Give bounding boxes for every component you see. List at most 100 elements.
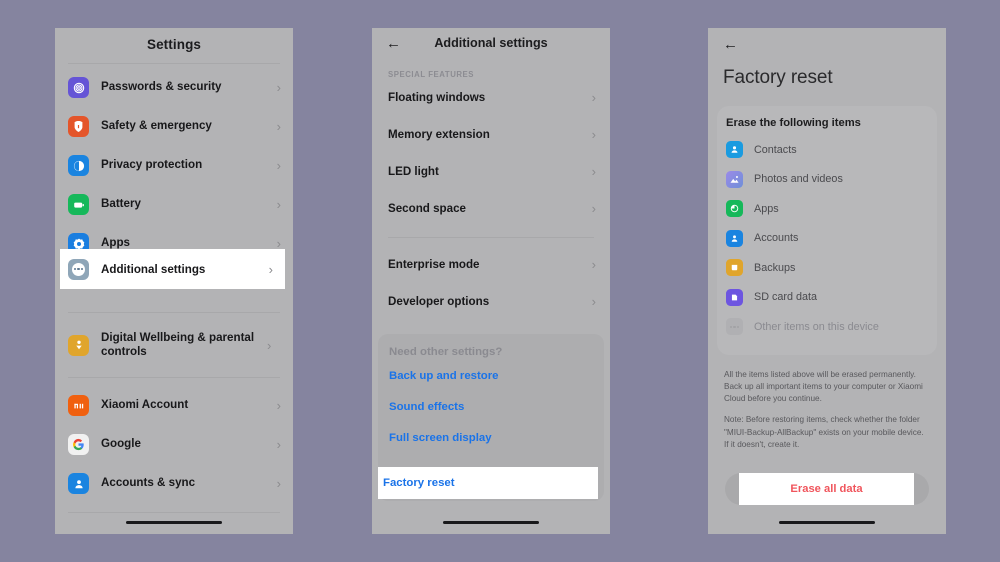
group-divider: [388, 237, 594, 238]
sidebar-item-label: Digital Wellbeing & parental controls: [101, 330, 255, 358]
screenshot-stage: Settings Passwords & security › Safety &…: [0, 0, 1000, 562]
erase-item-label: Accounts: [754, 232, 799, 245]
more-dots-icon: [68, 258, 89, 280]
chevron-right-icon: ›: [276, 158, 281, 173]
wellbeing-icon: [68, 334, 89, 356]
erase-item-label: Contacts: [754, 143, 797, 156]
erase-item-label: Apps: [754, 202, 779, 215]
chevron-right-icon: ›: [591, 294, 596, 309]
accounts-icon: [726, 229, 743, 247]
app-bar: ←: [708, 28, 946, 54]
group-gap: [55, 378, 293, 386]
photos-icon: [726, 170, 743, 188]
link-back-up-and-restore[interactable]: Back up and restore: [378, 362, 604, 393]
sidebar-item-accounts-sync[interactable]: Accounts & sync ›: [55, 464, 293, 503]
chevron-right-icon: ›: [276, 476, 281, 491]
backups-icon: [726, 259, 743, 277]
home-indicator: [443, 521, 539, 524]
sidebar-item-label: Safety & emergency: [101, 119, 212, 133]
battery-icon: [68, 194, 89, 215]
sd-card-icon: [726, 288, 743, 306]
sidebar-item-label: Additional settings: [101, 262, 206, 276]
group-gap: [55, 303, 293, 312]
sidebar-item-label: Privacy protection: [101, 158, 203, 172]
section-header-special-features: SPECIAL FEATURES: [388, 70, 475, 79]
other-items-icon: [726, 318, 743, 336]
chevron-right-icon: ›: [591, 201, 596, 216]
back-arrow-icon[interactable]: ←: [723, 36, 738, 53]
erase-item-other-items: Other items on this device: [717, 312, 937, 342]
app-bar: ← Additional settings: [372, 28, 610, 58]
sidebar-item-safety-emergency[interactable]: Safety & emergency ›: [55, 107, 293, 146]
chevron-right-icon: ›: [276, 119, 281, 134]
privacy-hand-icon: [68, 155, 89, 176]
sidebar-item-passwords-security[interactable]: Passwords & security ›: [55, 68, 293, 107]
erase-item-label: Backups: [754, 261, 796, 274]
page-title: Settings: [146, 37, 202, 52]
list-item-label: Second space: [388, 202, 466, 215]
list-item-label: Floating windows: [388, 91, 486, 104]
sidebar-item-battery[interactable]: Battery ›: [55, 185, 293, 224]
list-item-label: Memory extension: [388, 128, 490, 141]
sidebar-item-privacy-protection[interactable]: Privacy protection ›: [55, 146, 293, 185]
chevron-right-icon: ›: [591, 257, 596, 272]
list-item-enterprise-mode[interactable]: Enterprise mode ›: [372, 246, 610, 283]
sidebar-item-xiaomi-account[interactable]: Xiaomi Account ›: [55, 386, 293, 425]
chevron-right-icon: ›: [591, 90, 596, 105]
sidebar-item-additional-settings-highlighted[interactable]: Additional settings ›: [60, 249, 285, 289]
sidebar-item-label: Xiaomi Account: [101, 398, 189, 412]
google-g-icon: [68, 434, 89, 455]
chevron-right-icon: ›: [276, 80, 281, 95]
home-indicator: [779, 521, 875, 524]
list-item-developer-options[interactable]: Developer options ›: [372, 283, 610, 320]
erase-item-apps: Apps: [717, 194, 937, 224]
erase-item-backups: Backups: [717, 253, 937, 283]
xiaomi-mi-icon: [68, 395, 89, 416]
list-item-label: LED light: [388, 165, 439, 178]
list-item-led-light[interactable]: LED light ›: [372, 153, 610, 190]
phone-panel-factory-reset: ← Factory reset Erase the following item…: [708, 28, 946, 534]
sidebar-item-label: Accounts & sync: [101, 476, 196, 490]
erase-item-photos-videos: Photos and videos: [717, 165, 937, 195]
list-item-memory-extension[interactable]: Memory extension ›: [372, 116, 610, 153]
chevron-right-icon: ›: [268, 261, 273, 277]
fingerprint-icon: [68, 77, 89, 98]
erase-item-label: Other items on this device: [754, 320, 879, 333]
back-arrow-icon[interactable]: ←: [386, 36, 404, 51]
link-full-screen-display[interactable]: Full screen display: [378, 424, 604, 455]
contacts-icon: [726, 141, 743, 159]
home-indicator: [126, 521, 222, 524]
link-factory-reset-label: Factory reset: [383, 477, 455, 489]
erase-item-sd-card-data: SD card data: [717, 283, 937, 313]
sidebar-item-digital-wellbeing[interactable]: Digital Wellbeing & parental controls ›: [55, 322, 293, 368]
apps-pie-icon: [726, 200, 743, 218]
group-gap: [55, 368, 293, 377]
shield-emergency-icon: [68, 116, 89, 137]
chevron-right-icon: ›: [276, 398, 281, 413]
advanced-list: Enterprise mode › Developer options ›: [372, 246, 610, 320]
erase-items-header: Erase the following items: [726, 117, 861, 129]
chevron-right-icon: ›: [591, 164, 596, 179]
accounts-sync-icon: [68, 473, 89, 494]
page-title: Factory reset: [723, 67, 833, 88]
erase-item-accounts: Accounts: [717, 224, 937, 254]
sidebar-item-google[interactable]: Google ›: [55, 425, 293, 464]
list-item-second-space[interactable]: Second space ›: [372, 190, 610, 227]
sidebar-item-label: Battery: [101, 197, 141, 211]
phone-panel-additional-settings: ← Additional settings SPECIAL FEATURES F…: [372, 28, 610, 534]
chevron-right-icon: ›: [276, 437, 281, 452]
erase-all-data-label: Erase all data: [790, 483, 863, 495]
fine-print-note: Note: Before restoring items, check whet…: [724, 415, 924, 449]
erase-all-data-button-highlighted[interactable]: Erase all data: [739, 473, 914, 505]
link-factory-reset-highlighted[interactable]: Factory reset: [378, 467, 598, 499]
list-item-label: Enterprise mode: [388, 258, 480, 271]
fine-print-paragraph: All the items listed above will be erase…: [724, 369, 923, 404]
chevron-right-icon: ›: [267, 337, 272, 353]
link-sound-effects[interactable]: Sound effects: [378, 393, 604, 424]
list-item-floating-windows[interactable]: Floating windows ›: [372, 79, 610, 116]
group-gap: [55, 313, 293, 322]
chevron-right-icon: ›: [591, 127, 596, 142]
need-other-settings-question: Need other settings?: [389, 346, 503, 358]
list-item-label: Developer options: [388, 295, 490, 308]
fine-print: All the items listed above will be erase…: [708, 355, 946, 452]
